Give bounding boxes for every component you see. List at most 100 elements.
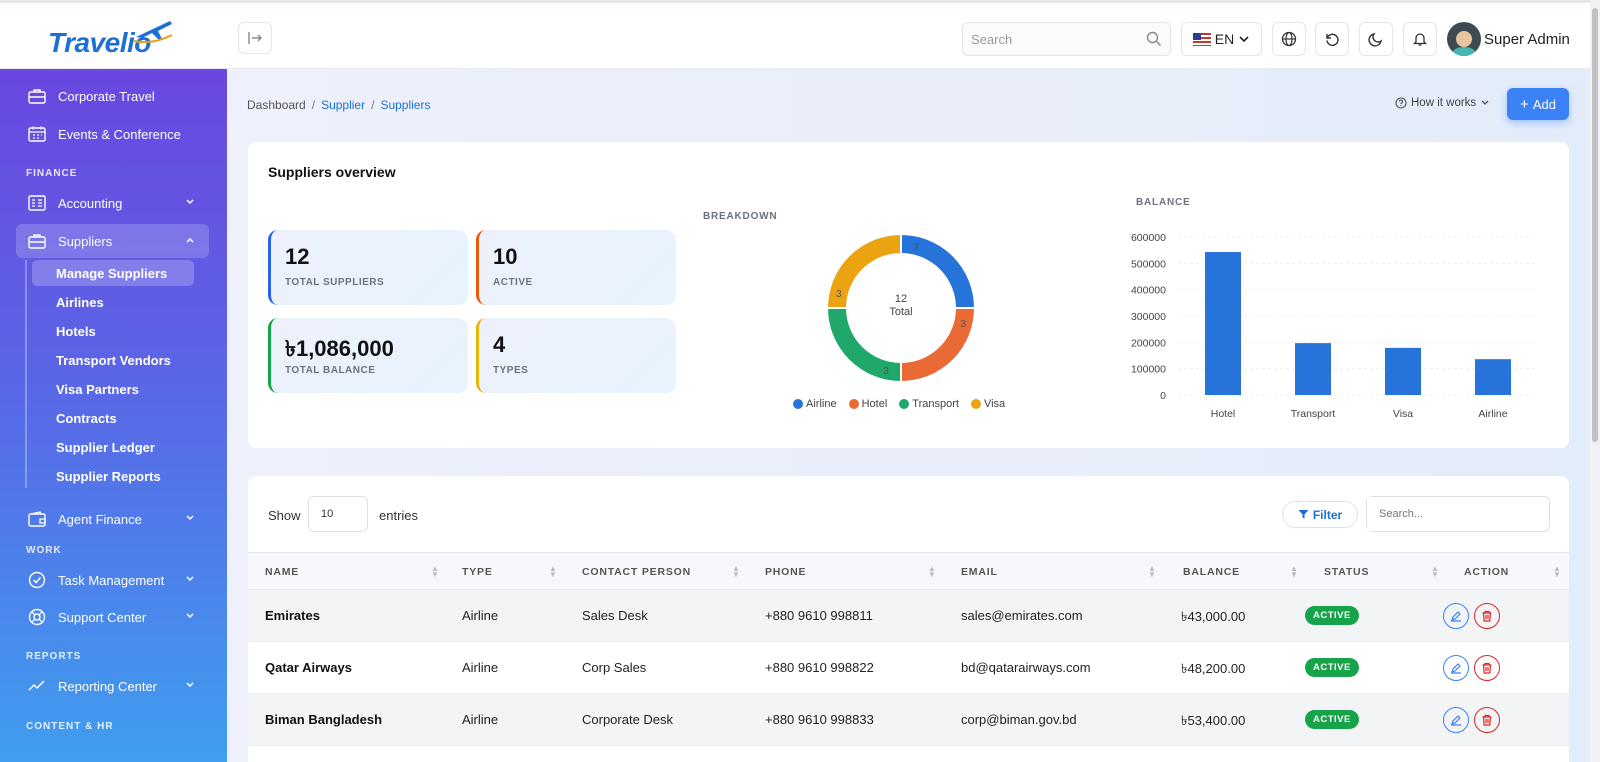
legend-item-visa[interactable]: Visa	[970, 398, 1005, 410]
sidebar-subitem-airlines[interactable]: Airlines	[32, 289, 194, 315]
search-input[interactable]	[963, 23, 1133, 55]
stat-types: 4 TYPES	[476, 318, 676, 393]
legend-item-hotel[interactable]: Hotel	[848, 398, 887, 410]
sort-icon[interactable]: ▲ ▼	[1553, 565, 1561, 579]
donut-slice-value: 3	[913, 242, 919, 253]
section-label-reports: REPORTS	[26, 651, 82, 662]
column-header-contact[interactable]: CONTACT PERSON	[582, 566, 691, 578]
edit-button[interactable]	[1443, 655, 1469, 681]
chevron-down-icon	[186, 515, 194, 521]
theme-toggle-button[interactable]	[1359, 22, 1393, 56]
sidebar-subitem-supplier-ledger[interactable]: Supplier Ledger	[32, 434, 194, 460]
global-search[interactable]	[962, 22, 1171, 56]
breakdown-donut-chart: 3 3 3 3 12 Total	[825, 232, 977, 384]
scrollbar-thumb[interactable]	[1592, 8, 1598, 442]
column-header-name[interactable]: NAME	[265, 566, 299, 578]
how-it-works-button[interactable]: How it works	[1395, 97, 1490, 109]
add-supplier-button[interactable]: + Add	[1507, 88, 1569, 120]
sidebar-item-suppliers[interactable]: Suppliers	[16, 224, 209, 258]
user-avatar[interactable]	[1447, 22, 1481, 56]
bar-transport[interactable]	[1295, 343, 1331, 395]
table-row[interactable]: Qatar Airways Airline Corp Sales +880 96…	[248, 642, 1569, 694]
breadcrumb-current[interactable]: Suppliers	[380, 98, 430, 112]
sidebar-subitem-hotels[interactable]: Hotels	[32, 318, 194, 344]
sidebar-subitem-visa-partners[interactable]: Visa Partners	[32, 376, 194, 402]
y-tick-label: 500000	[1131, 258, 1166, 270]
delete-button[interactable]	[1474, 603, 1500, 629]
table-search[interactable]	[1366, 496, 1550, 532]
sort-icon[interactable]: ▲ ▼	[549, 565, 557, 579]
sort-icon[interactable]: ▲ ▼	[1431, 565, 1439, 579]
sort-icon[interactable]: ▲ ▼	[732, 565, 740, 579]
filter-button[interactable]: Filter	[1282, 501, 1358, 528]
delete-button[interactable]	[1474, 707, 1500, 733]
column-header-email[interactable]: EMAIL	[961, 566, 998, 578]
sort-icon[interactable]: ▲ ▼	[928, 565, 936, 579]
sidebar-item-events-conference[interactable]: Events & Conference	[16, 117, 209, 151]
sidebar-item-agent-finance[interactable]: Agent Finance	[16, 502, 209, 536]
sidebar-item-support-center[interactable]: Support Center	[16, 600, 209, 634]
notifications-button[interactable]	[1403, 22, 1437, 56]
chevron-up-icon	[186, 237, 194, 243]
table-row[interactable]	[248, 746, 1569, 762]
globe-button[interactable]	[1272, 22, 1306, 56]
legend-dot	[970, 399, 981, 409]
table-row[interactable]: Biman Bangladesh Airline Corporate Desk …	[248, 694, 1569, 746]
bar-hotel[interactable]	[1205, 252, 1241, 395]
bar-airline[interactable]	[1475, 359, 1511, 395]
donut-slice-airline[interactable]	[900, 232, 977, 309]
table-row[interactable]: Emirates Airline Sales Desk +880 9610 99…	[248, 590, 1569, 642]
refresh-button[interactable]	[1315, 22, 1349, 56]
page-scrollbar[interactable]	[1590, 0, 1600, 762]
brand-logo[interactable]: Travelio	[48, 17, 178, 59]
edit-button[interactable]	[1443, 707, 1469, 733]
sidebar-subitem-contracts[interactable]: Contracts	[32, 405, 194, 431]
bar-visa[interactable]	[1385, 347, 1421, 395]
edit-icon	[1451, 611, 1461, 622]
sidebar-toggle-button[interactable]	[238, 22, 272, 54]
status-badge: ACTIVE	[1305, 606, 1359, 625]
edit-button[interactable]	[1443, 603, 1469, 629]
collapse-icon	[248, 32, 262, 44]
status-badge: ACTIVE	[1305, 710, 1359, 729]
column-header-status[interactable]: STATUS	[1324, 566, 1369, 578]
donut-slice-transport[interactable]	[825, 307, 902, 384]
search-icon[interactable]	[1146, 31, 1162, 47]
legend-item-transport[interactable]: Transport	[899, 398, 959, 410]
sidebar-item-corporate-travel[interactable]: Corporate Travel	[16, 79, 209, 113]
sort-icon[interactable]: ▲ ▼	[1290, 565, 1298, 579]
sidebar-item-task-management[interactable]: Task Management	[16, 563, 209, 597]
stat-value: 12	[285, 244, 310, 269]
column-header-balance[interactable]: BALANCE	[1183, 566, 1240, 578]
delete-button[interactable]	[1474, 655, 1500, 681]
breadcrumb-parent[interactable]: Supplier	[321, 98, 365, 112]
table-search-input[interactable]	[1367, 497, 1537, 531]
section-label-content-hr: CONTENT & HR	[26, 721, 114, 732]
trend-line-icon	[28, 680, 45, 691]
sort-icon[interactable]: ▲ ▼	[1148, 565, 1156, 579]
x-tick-label: Hotel	[1211, 408, 1236, 420]
user-name[interactable]: Super Admin	[1484, 31, 1570, 48]
sidebar-item-accounting[interactable]: Accounting	[16, 186, 209, 220]
breadcrumb-separator: /	[311, 98, 316, 112]
edit-icon	[1451, 663, 1461, 674]
trash-icon	[1482, 714, 1492, 726]
sidebar-item-reporting-center[interactable]: Reporting Center	[16, 669, 209, 703]
cell-email: bd@qatarairways.com	[961, 660, 1091, 675]
legend-item-airline[interactable]: Airline	[793, 398, 837, 410]
sidebar-subitem-transport-vendors[interactable]: Transport Vendors	[32, 347, 194, 373]
donut-total-value: 12	[895, 293, 907, 305]
us-flag-icon	[1192, 32, 1211, 46]
column-header-action[interactable]: ACTION	[1464, 566, 1509, 578]
language-selector[interactable]: EN	[1181, 22, 1262, 56]
wallet-icon	[28, 511, 46, 527]
stat-value: 4	[493, 332, 506, 357]
breadcrumb-home[interactable]: Dashboard	[247, 98, 306, 112]
page-size-select[interactable]: 10	[308, 496, 368, 532]
x-tick-label: Visa	[1393, 408, 1413, 420]
sidebar-subitem-supplier-reports[interactable]: Supplier Reports	[32, 463, 194, 489]
sort-icon[interactable]: ▲ ▼	[431, 565, 439, 579]
column-header-type[interactable]: TYPE	[462, 566, 493, 578]
column-header-phone[interactable]: PHONE	[765, 566, 806, 578]
sidebar-subitem-manage-suppliers[interactable]: Manage Suppliers	[32, 260, 194, 286]
